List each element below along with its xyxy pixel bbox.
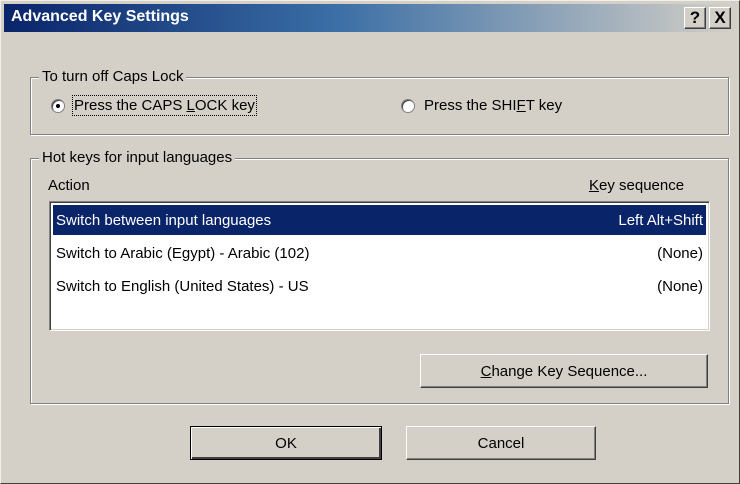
caps-lock-key-label: Press the CAPS LOCK key [72, 95, 257, 116]
list-item[interactable]: Switch to English (United States) - US (… [53, 271, 706, 301]
radio-icon [51, 98, 65, 113]
list-item-key: (None) [657, 277, 703, 295]
ok-button[interactable]: OK [190, 426, 382, 460]
list-item-action: Switch to English (United States) - US [56, 277, 309, 295]
ok-label: OK [275, 434, 297, 452]
shift-key-label: Press the SHIFT key [424, 97, 563, 114]
list-item[interactable]: Switch to Arabic (Egypt) - Arabic (102) … [53, 238, 706, 268]
list-item-key: (None) [657, 244, 703, 262]
column-header-key-sequence: Key sequence [589, 177, 685, 194]
close-button[interactable]: X [709, 7, 731, 29]
help-button[interactable]: ? [684, 7, 706, 29]
close-icon: X [714, 8, 726, 27]
dialog-title: Advanced Key Settings [11, 8, 189, 25]
change-key-sequence-label: Change Key Sequence... [480, 362, 648, 380]
column-header-action: Action [48, 177, 90, 194]
cancel-label: Cancel [477, 434, 525, 452]
radio-selected-dot [56, 103, 60, 108]
shift-key-radio[interactable]: Press the SHIFT key [401, 97, 562, 114]
list-item-action: Switch to Arabic (Egypt) - Arabic (102) [56, 244, 310, 262]
help-icon: ? [689, 8, 701, 27]
radio-icon [401, 98, 415, 113]
hotkeys-legend: Hot keys for input languages [39, 149, 236, 167]
caps-lock-key-radio[interactable]: Press the CAPS LOCK key [51, 95, 257, 116]
list-item-key: Left Alt+Shift [618, 211, 703, 229]
change-key-sequence-button[interactable]: Change Key Sequence... [420, 354, 708, 388]
title-bar[interactable]: Advanced Key Settings ? X [4, 4, 736, 32]
cancel-button[interactable]: Cancel [406, 426, 596, 460]
hotkeys-list[interactable]: Switch between input languages Left Alt+… [49, 201, 710, 331]
list-item-action: Switch between input languages [56, 211, 272, 229]
caps-lock-legend: To turn off Caps Lock [39, 68, 187, 86]
list-item[interactable]: Switch between input languages Left Alt+… [53, 205, 706, 235]
dialog-window: Advanced Key Settings ? X To turn off Ca… [0, 0, 740, 484]
